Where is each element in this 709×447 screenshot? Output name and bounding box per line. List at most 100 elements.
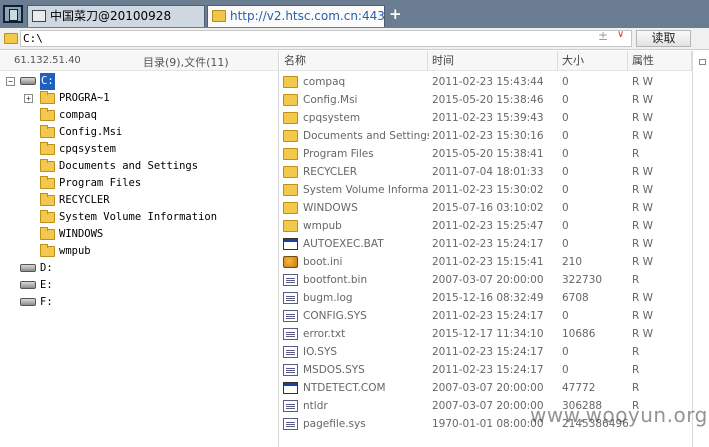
tree-item-folder[interactable]: Config.Msi [4,124,274,141]
table-row[interactable]: WINDOWS 2015-07-16 03:10:02 0 R W [280,199,692,217]
file-attr: R W [632,256,654,268]
table-row[interactable]: cpqsystem 2011-02-23 15:39:43 0 R W [280,109,692,127]
tree-item-folder[interactable]: compaq [4,107,274,124]
table-row[interactable]: MSDOS.SYS 2011-02-23 15:24:17 0 R [280,361,692,379]
file-name: bootfont.bin [303,274,368,286]
tree-item-folder[interactable]: cpqsystem [4,141,274,158]
table-row[interactable]: bugm.log 2015-12-16 08:32:49 6708 R W [280,289,692,307]
folder-icon [40,193,55,206]
tree-item-drive-c[interactable]: − C: [4,73,274,90]
table-row[interactable]: CONFIG.SYS 2011-02-23 15:24:17 0 R W [280,307,692,325]
file-time: 2011-02-23 15:43:44 [432,76,544,88]
folder-icon [40,91,55,104]
tree-item-folder[interactable]: WINDOWS [4,226,274,243]
table-row[interactable]: AUTOEXEC.BAT 2011-02-23 15:24:17 0 R W [280,235,692,253]
tree-item-label: RECYCLER [59,194,110,206]
table-row[interactable]: NTDETECT.COM 2007-03-07 20:00:00 47772 R [280,379,692,397]
tree-item-label: Program Files [59,177,142,189]
table-row[interactable]: error.txt 2015-12-17 11:34:10 10686 R W [280,325,692,343]
tree-item-folder[interactable]: Documents and Settings [4,158,274,175]
tree-item-label: cpqsystem [59,143,116,155]
tree-item-folder[interactable]: + PROGRA~1 [4,90,274,107]
table-row[interactable]: Config.Msi 2015-05-20 15:38:46 0 R W [280,91,692,109]
folder-icon [283,76,298,88]
tree-item-folder[interactable]: wmpub [4,243,274,260]
read-button[interactable]: 读取 [636,30,691,47]
table-row[interactable]: Documents and Settings 2011-02-23 15:30:1… [280,127,692,145]
folder-icon [283,220,298,232]
file-size: 210 [562,256,583,268]
file-time: 2015-12-17 11:34:10 [432,328,544,340]
column-header-name[interactable]: 名称 [280,51,428,71]
tree-item-label: E: [40,279,53,291]
file-time: 2015-07-16 03:10:02 [432,202,544,214]
panel-toggle-icon[interactable] [699,59,706,65]
tree-item-label: compaq [59,109,97,121]
file-attr: R W [632,292,654,304]
tree-item-drive-e[interactable]: E: [4,277,274,294]
table-row[interactable]: boot.ini 2011-02-23 15:15:41 210 R W [280,253,692,271]
file-name: MSDOS.SYS [303,364,365,376]
folder-icon [40,227,55,240]
folder-icon [283,112,298,124]
file-size: 0 [562,220,569,232]
file-time: 2011-02-23 15:25:47 [432,220,544,232]
directory-tree-pane: 61.132.51.40 目录(9),文件(11) − C: + PROGRA~… [0,51,279,447]
plus-minus-icon[interactable]: ± [598,29,608,43]
file-time: 2015-05-20 15:38:46 [432,94,544,106]
tree-item-label: wmpub [59,245,91,257]
folder-icon [40,159,55,172]
tree-item-folder[interactable]: Program Files [4,175,274,192]
table-row[interactable]: wmpub 2011-02-23 15:25:47 0 R W [280,217,692,235]
file-icon [283,292,298,304]
tree-item-label: C: [40,73,55,90]
window-icon [32,10,46,22]
folder-icon [283,184,298,196]
tree-item-drive-d[interactable]: D: [4,260,274,277]
collapse-icon[interactable]: − [6,77,15,86]
file-name: wmpub [303,220,342,232]
tab-caidao[interactable]: 中国菜刀@20100928 [27,5,205,27]
file-name: NTDETECT.COM [303,382,386,394]
expand-icon[interactable]: + [24,94,33,103]
item-count: 目录(9),文件(11) [143,56,229,69]
file-size: 0 [562,238,569,250]
path-input[interactable]: C:\ [20,30,632,47]
folder-icon [40,108,55,121]
chevron-down-icon[interactable]: ∨ [617,29,624,40]
tree-item-folder[interactable]: RECYCLER [4,192,274,209]
file-size: 0 [562,202,569,214]
file-attr: R [632,148,640,160]
file-icon [283,328,298,340]
file-time: 2007-03-07 20:00:00 [432,382,544,394]
table-row[interactable]: IO.SYS 2011-02-23 15:24:17 0 R [280,343,692,361]
tree-item-folder[interactable]: System Volume Information [4,209,274,226]
file-size: 0 [562,346,569,358]
table-row[interactable]: compaq 2011-02-23 15:43:44 0 R W [280,73,692,91]
file-time: 2011-02-23 15:30:02 [432,184,544,196]
column-header-attr[interactable]: 属性 [628,51,692,71]
file-attr: R W [632,112,654,124]
new-tab-button[interactable]: + [389,5,402,23]
column-header-time[interactable]: 时间 [428,51,558,71]
column-header-size[interactable]: 大小 [558,51,628,71]
tree-item-label: WINDOWS [59,228,104,240]
tree-item-drive-f[interactable]: F: [4,294,274,311]
app-window-icon[interactable] [3,5,23,23]
table-row[interactable]: Program Files 2015-05-20 15:38:41 0 R [280,145,692,163]
drive-icon [20,264,36,272]
folder-icon [40,125,55,138]
file-name: AUTOEXEC.BAT [303,238,384,250]
file-icon [283,310,298,322]
table-row[interactable]: System Volume Informati...2011-02-23 15:… [280,181,692,199]
file-name: bugm.log [303,292,353,304]
file-size: 0 [562,166,569,178]
watermark: www.wooyun.org [530,403,708,427]
tab-bar: 中国菜刀@20100928 http://v2.htsc.com.cn:443/… [0,0,709,28]
file-name: boot.ini [303,256,343,268]
tab-shell-url[interactable]: http://v2.htsc.com.cn:443/jss... [207,5,385,27]
file-time: 2011-02-23 15:24:17 [432,346,544,358]
table-row[interactable]: bootfont.bin 2007-03-07 20:00:00 322730 R [280,271,692,289]
table-row[interactable]: RECYCLER 2011-07-04 18:01:33 0 R W [280,163,692,181]
file-icon [283,346,298,358]
